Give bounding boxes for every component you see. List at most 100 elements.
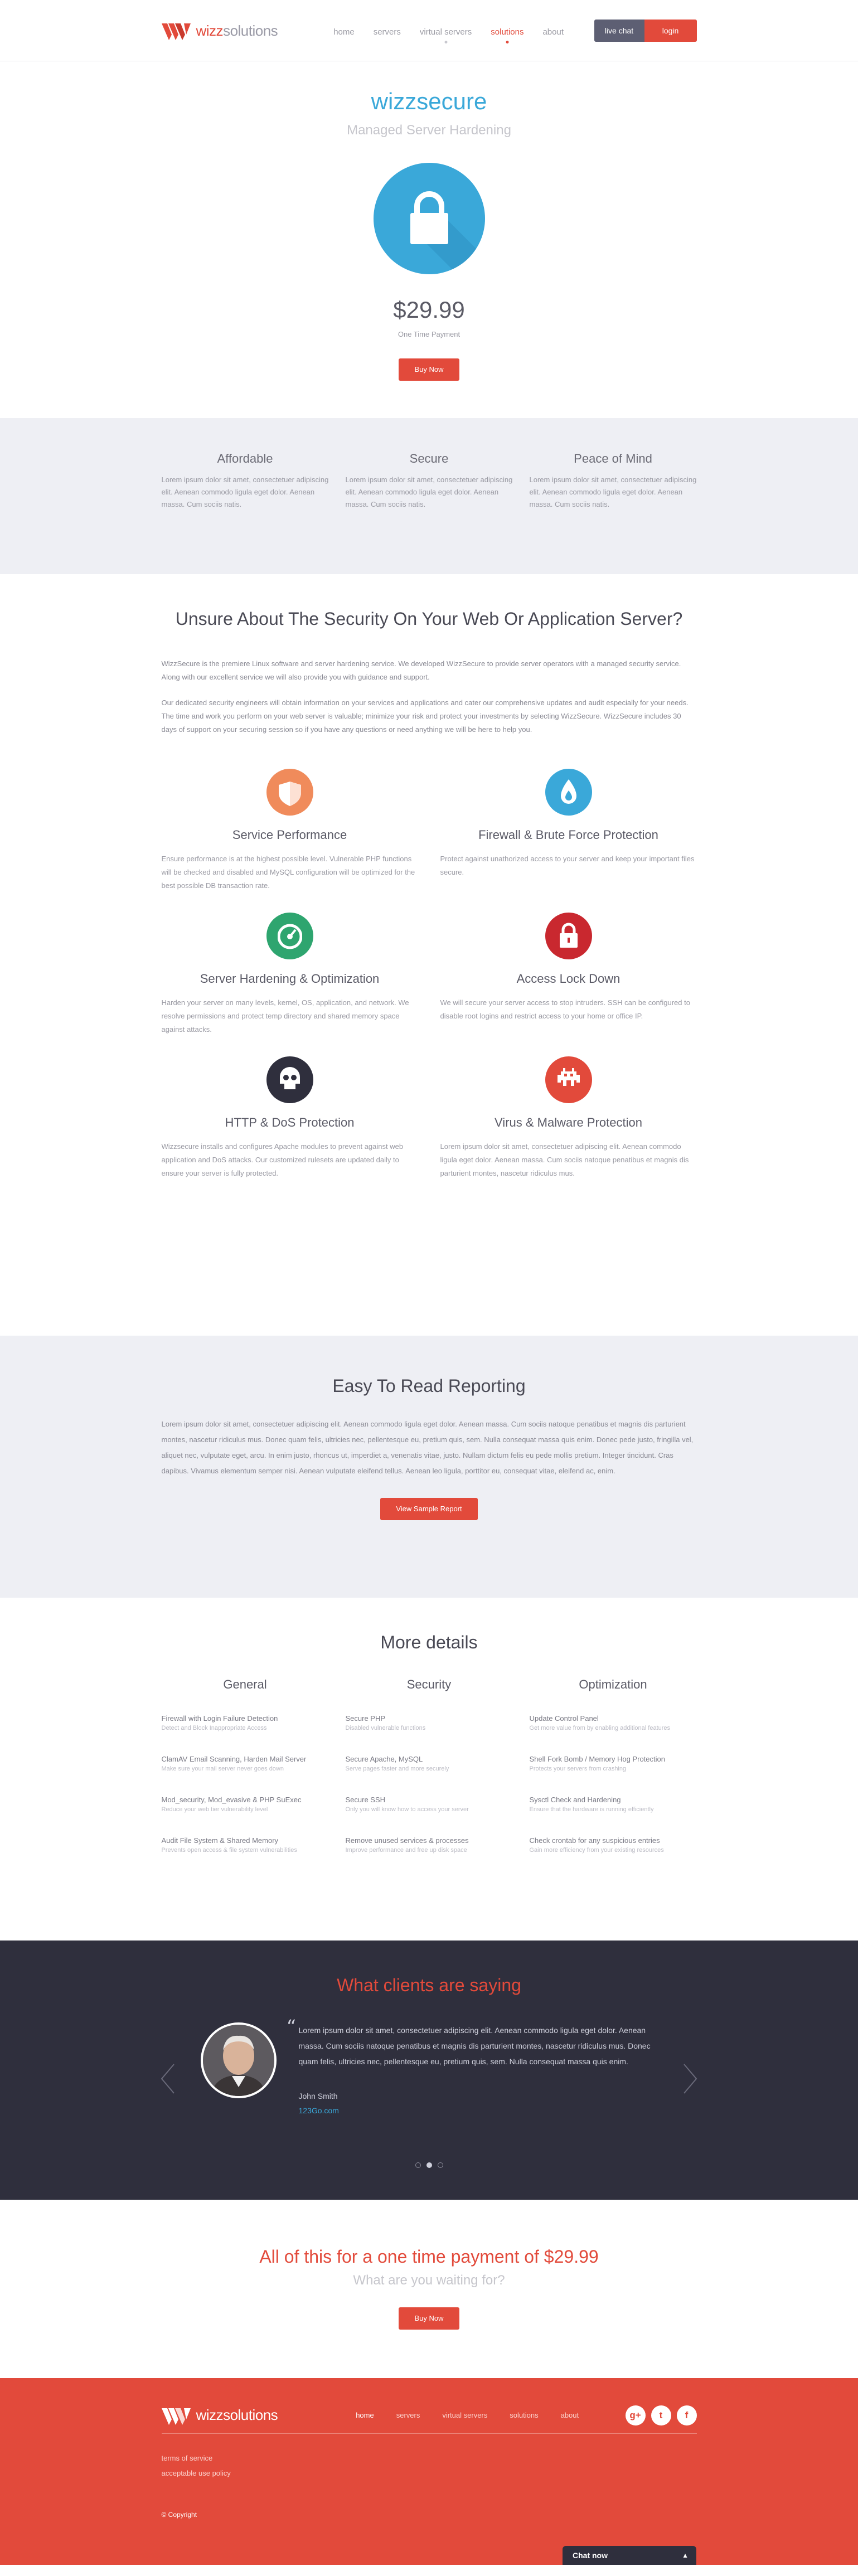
chat-now-label: Chat now (573, 2551, 608, 2560)
footer-link-about[interactable]: about (561, 2411, 579, 2419)
item-title: Shell Fork Bomb / Memory Hog Protection (529, 1755, 665, 1763)
footer-policy-link[interactable]: acceptable use policy (162, 2469, 697, 2477)
column-title: Security (406, 1677, 452, 1691)
service-text: Wizzsecure installs and configures Apach… (161, 1142, 404, 1177)
testimonial-author: John Smith (298, 2092, 338, 2100)
service-title: Virus & Malware Protection (495, 1115, 642, 1129)
logo[interactable]: wizzsolutions (161, 21, 278, 40)
testimonial-link[interactable]: 123Go.com (299, 2106, 656, 2115)
google-plus-icon[interactable]: g+ (625, 2405, 646, 2425)
service-text: Protect against unathorized access to yo… (440, 855, 695, 876)
list-item: Shell Fork Bomb / Memory Hog Protection P… (530, 1755, 697, 1772)
feature-title: Affordable (217, 452, 273, 465)
footer-link-servers[interactable]: servers (396, 2411, 420, 2419)
item-description: Get more value from by enabling addition… (529, 1725, 671, 1731)
section-title: Easy To Read Reporting (332, 1376, 526, 1396)
flame-icon (545, 769, 592, 816)
service-2: Firewall & Brute Force Protection Protect… (440, 769, 697, 892)
main-nav: home servers virtual servers solutions about (333, 27, 564, 43)
product-title: wizzsecure (371, 88, 487, 114)
invader-icon (545, 1056, 592, 1103)
list-item: Sysctl Check and Hardening Ensure that th… (530, 1796, 697, 1813)
feature-secure: Secure Lorem ipsum dolor sit amet, consec… (346, 452, 513, 511)
service-title: HTTP & DoS Protection (225, 1115, 355, 1129)
reporting-section: Easy To Read Reporting Lorem ipsum dolor… (0, 1336, 858, 1598)
item-description: Detect and Block Inappropriate Access (161, 1725, 267, 1731)
footer-link-home[interactable]: home (356, 2411, 374, 2419)
live-chat-button[interactable]: live chat (594, 20, 644, 42)
footer-link-solutions[interactable]: solutions (510, 2411, 538, 2419)
chat-now-widget[interactable]: Chat now ▲ (563, 2546, 696, 2565)
facebook-icon[interactable]: f (676, 2405, 697, 2425)
item-title: Secure PHP (345, 1714, 386, 1723)
item-description: Serve pages faster and more securely (345, 1765, 449, 1772)
list-item: Audit File System & Shared Memory Prevent… (162, 1836, 329, 1854)
service-text: Ensure performance is at the highest pos… (161, 855, 415, 890)
carousel-dot[interactable] (415, 2162, 421, 2168)
hero-section: wizzsecure Managed Server Hardening $29.… (0, 61, 858, 418)
nav-link-solutions[interactable]: solutions (491, 27, 523, 43)
service-text: Lorem ipsum dolor sit amet, consectetuer… (440, 1142, 689, 1177)
list-item: Secure SSH Only you will know how to acce… (346, 1796, 513, 1813)
lock-icon (545, 913, 592, 959)
footer-policy-link[interactable]: terms of service (162, 2454, 697, 2462)
login-button[interactable]: login (644, 20, 697, 42)
item-title: Secure SSH (345, 1796, 386, 1804)
details-column-general: General Firewall with Login Failure Detec… (162, 1677, 329, 1877)
report-paragraph: Lorem ipsum dolor sit amet, consectetuer… (161, 1420, 694, 1475)
service-1: Service Performance Ensure performance is… (162, 769, 418, 892)
site-footer: wizzsolutions home servers virtual servers… (0, 2378, 858, 2565)
item-description: Ensure that the hardware is running effi… (529, 1806, 654, 1813)
footer-logo[interactable]: wizzsolutions (161, 2406, 278, 2425)
testimonial-quote: “Lorem ipsum dolor sit amet, consectetue… (286, 2016, 651, 2066)
footer-link-virtual-servers[interactable]: virtual servers (442, 2411, 487, 2419)
section-title: More details (380, 1632, 478, 1652)
feature-text: Lorem ipsum dolor sit amet, consectetuer… (529, 476, 697, 508)
security-section: Unsure About The Security On Your Web Or… (0, 574, 858, 1336)
carousel-dots (0, 2162, 858, 2168)
skull-icon (266, 1056, 313, 1103)
service-title: Server Hardening & Optimization (200, 972, 380, 986)
column-title: Optimization (579, 1677, 647, 1691)
footer-nav: home servers virtual servers solutions about (356, 2411, 579, 2419)
buy-now-button[interactable]: Buy Now (399, 2307, 459, 2330)
site-header: wizzsolutions home servers virtual servers… (0, 0, 858, 61)
nav-link-about[interactable]: about (542, 27, 564, 37)
nav-indicator-icon (444, 40, 448, 43)
lock-icon (373, 163, 485, 274)
carousel-dot[interactable] (437, 2162, 443, 2168)
item-description: Improve performance and free up disk spa… (345, 1847, 467, 1854)
nav-link-home[interactable]: home (333, 27, 355, 37)
nav-label: home (333, 27, 355, 37)
twitter-icon[interactable]: t (651, 2405, 671, 2425)
service-6: Virus & Malware Protection Lorem ipsum do… (440, 1056, 697, 1180)
price-note: One Time Payment (398, 330, 460, 338)
logo-text: wizzsolutions (196, 22, 278, 39)
item-title: Audit File System & Shared Memory (161, 1836, 279, 1845)
carousel-dot[interactable] (426, 2162, 432, 2168)
chevron-left-icon[interactable] (159, 2062, 176, 2095)
list-item: Mod_security, Mod_evasive & PHP SuExec Re… (162, 1796, 329, 1813)
service-title: Access Lock Down (516, 972, 621, 986)
buy-now-button[interactable]: Buy Now (399, 358, 459, 381)
chevron-right-icon[interactable] (682, 2062, 699, 2095)
feature-title: Secure (409, 452, 449, 465)
feature-text: Lorem ipsum dolor sit amet, consectetuer… (161, 476, 329, 508)
list-item: Update Control Panel Get more value from … (530, 1714, 697, 1731)
list-item: Check crontab for any suspicious entries… (530, 1836, 697, 1854)
view-sample-report-button[interactable]: View Sample Report (380, 1498, 478, 1520)
item-description: Disabled vulnerable functions (345, 1725, 426, 1731)
feature-peace-of-mind: Peace of Mind Lorem ipsum dolor sit amet,… (530, 452, 697, 511)
section-title: Unsure About The Security On Your Web Or… (175, 609, 683, 629)
service-title: Service Performance (232, 828, 347, 842)
service-text: We will secure your server access to sto… (440, 998, 690, 1020)
nav-label: servers (373, 27, 401, 37)
item-description: Make sure your mail server never goes do… (161, 1765, 284, 1772)
item-description: Only you will know how to access your se… (345, 1806, 469, 1813)
nav-link-servers[interactable]: servers (374, 27, 401, 37)
service-title: Firewall & Brute Force Protection (478, 828, 658, 842)
list-item: ClamAV Email Scanning, Harden Mail Serve… (162, 1755, 329, 1772)
nav-link-virtual-servers[interactable]: virtual servers (420, 27, 472, 43)
details-column-optimization: Optimization Update Control Panel Get more… (530, 1677, 697, 1877)
item-description: Gain more efficiency from your existing … (529, 1847, 664, 1854)
